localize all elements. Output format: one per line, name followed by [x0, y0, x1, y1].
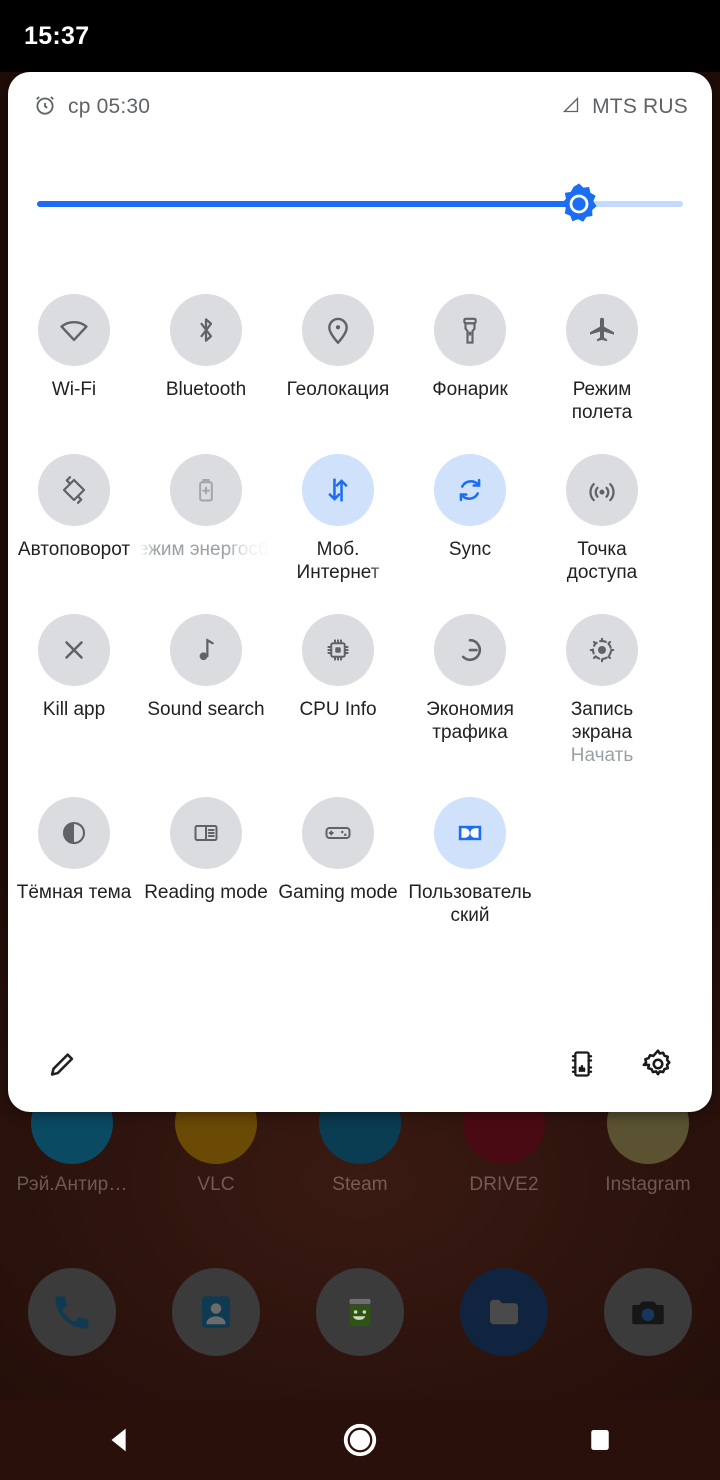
tile-screen-record[interactable]: Запись экрана Начать: [536, 614, 668, 767]
reading-mode-icon: [170, 797, 242, 869]
auto-rotate-icon: [38, 454, 110, 526]
chip-icon: [571, 1051, 593, 1077]
tile-label: Sound search: [147, 699, 265, 720]
navigation-bar: [0, 1400, 720, 1480]
settings-button[interactable]: [630, 1036, 686, 1092]
tile-label: Запись экрана: [570, 699, 634, 743]
location-pin-icon: [302, 294, 374, 366]
brightness-fill: [37, 201, 579, 207]
tile-hotspot[interactable]: Точка доступа: [536, 454, 668, 584]
tile-battery-saver[interactable]: Режим энергосбережения: [140, 454, 272, 584]
alarm-icon: [32, 92, 58, 123]
tile-auto-rotate[interactable]: Автоповорот: [8, 454, 140, 584]
tile-sublabel: Начать: [570, 745, 634, 766]
signal-cellular-icon: [559, 93, 582, 121]
tile-label: Sync: [448, 539, 492, 560]
status-bar: 15:37: [0, 0, 720, 72]
back-button[interactable]: [60, 1400, 180, 1480]
gear-icon: [642, 1049, 671, 1076]
contacts-app-icon[interactable]: [172, 1268, 260, 1356]
tile-label: Геолокация: [286, 379, 390, 400]
sync-icon: [434, 454, 506, 526]
flashlight-icon: [434, 294, 506, 366]
home-app-label: Instagram: [605, 1174, 691, 1195]
tile-dark-theme[interactable]: Тёмная тема: [8, 797, 140, 927]
tile-label: Wi-Fi: [51, 379, 97, 400]
tile-label: Пользовательский: [408, 882, 532, 926]
tile-label: Gaming mode: [278, 882, 398, 903]
data-saver-icon: [434, 614, 506, 686]
tile-placeholder: [536, 797, 668, 927]
music-note-icon: [170, 614, 242, 686]
camera-app-icon[interactable]: [604, 1268, 692, 1356]
tile-label: CPU Info: [299, 699, 377, 720]
files-app-icon[interactable]: [460, 1268, 548, 1356]
status-bar-clock: 15:37: [24, 21, 90, 50]
play-store-app-icon[interactable]: [316, 1268, 404, 1356]
tile-reading-mode[interactable]: Reading mode: [140, 797, 272, 927]
tile-dolby-custom[interactable]: Пользовательский: [404, 797, 536, 927]
quick-settings-tiles: Wi-Fi Bluetooth Геолокация Фонарик Режим: [8, 294, 712, 957]
dolby-icon: [434, 797, 506, 869]
quick-settings-footer: [8, 1016, 712, 1112]
tile-label: Моб. Интернет: [296, 539, 380, 583]
recents-square-icon: [591, 1430, 609, 1450]
home-app-label: Рэй.Антир…: [16, 1174, 128, 1195]
tile-location[interactable]: Геолокация: [272, 294, 404, 424]
tile-label: Kill app: [42, 699, 106, 720]
tile-mobile-data[interactable]: Моб. Интернет: [272, 454, 404, 584]
tile-flashlight[interactable]: Фонарик: [404, 294, 536, 424]
edit-pencil-icon: [50, 1053, 74, 1076]
home-circle-icon: [343, 1423, 377, 1457]
tile-label: Точка доступа: [566, 539, 638, 583]
brightness-slider[interactable]: [37, 180, 683, 228]
tile-label: Reading mode: [144, 882, 268, 903]
tile-cpu-info[interactable]: CPU Info: [272, 614, 404, 767]
screen-record-icon: [566, 614, 638, 686]
back-triangle-icon: [111, 1428, 126, 1452]
tile-sound-search[interactable]: Sound search: [140, 614, 272, 767]
tile-label: Экономия трафика: [426, 699, 514, 743]
tile-label: Bluetooth: [165, 379, 247, 400]
home-app-label: Steam: [332, 1174, 388, 1195]
edit-tiles-button[interactable]: [34, 1036, 90, 1092]
home-dock: [0, 1268, 720, 1356]
tile-kill-app[interactable]: Kill app: [8, 614, 140, 767]
tile-label: Фонарик: [432, 379, 508, 400]
hotspot-icon: [566, 454, 638, 526]
dark-theme-icon: [38, 797, 110, 869]
tile-bluetooth[interactable]: Bluetooth: [140, 294, 272, 424]
tile-gaming-mode[interactable]: Gaming mode: [272, 797, 404, 927]
brightness-sun-icon: [562, 183, 597, 222]
home-button[interactable]: [300, 1400, 420, 1480]
tile-wifi[interactable]: Wi-Fi: [8, 294, 140, 424]
tile-data-saver[interactable]: Экономия трафика: [404, 614, 536, 767]
quick-settings-status-row: ср 05:30 MTS RUS: [8, 72, 712, 142]
tile-sync[interactable]: Sync: [404, 454, 536, 584]
wifi-icon: [38, 294, 110, 366]
alarm-text: ср 05:30: [68, 95, 151, 118]
airplane-icon: [566, 294, 638, 366]
gamepad-icon: [302, 797, 374, 869]
home-app-label: DRIVE2: [469, 1174, 539, 1195]
recents-button[interactable]: [540, 1400, 660, 1480]
tile-label: Режим энергосбережения: [140, 539, 272, 560]
cpu-monitor-button[interactable]: [554, 1036, 610, 1092]
phone-app-icon[interactable]: [28, 1268, 116, 1356]
close-x-icon: [38, 614, 110, 686]
home-app-label: VLC: [197, 1174, 235, 1195]
quick-settings-panel: ср 05:30 MTS RUS Wi-Fi Bluetooth Геолока…: [8, 72, 712, 1112]
tile-label: Автоповорот: [17, 539, 131, 560]
brightness-thumb[interactable]: [555, 180, 603, 228]
tile-label: Режим полета: [571, 379, 633, 423]
bluetooth-icon: [170, 294, 242, 366]
battery-saver-icon: [170, 454, 242, 526]
cpu-chip-icon: [302, 614, 374, 686]
tile-airplane-mode[interactable]: Режим полета: [536, 294, 668, 424]
tile-label: Тёмная тема: [16, 882, 132, 903]
carrier-name: MTS RUS: [592, 95, 688, 118]
mobile-data-icon: [302, 454, 374, 526]
